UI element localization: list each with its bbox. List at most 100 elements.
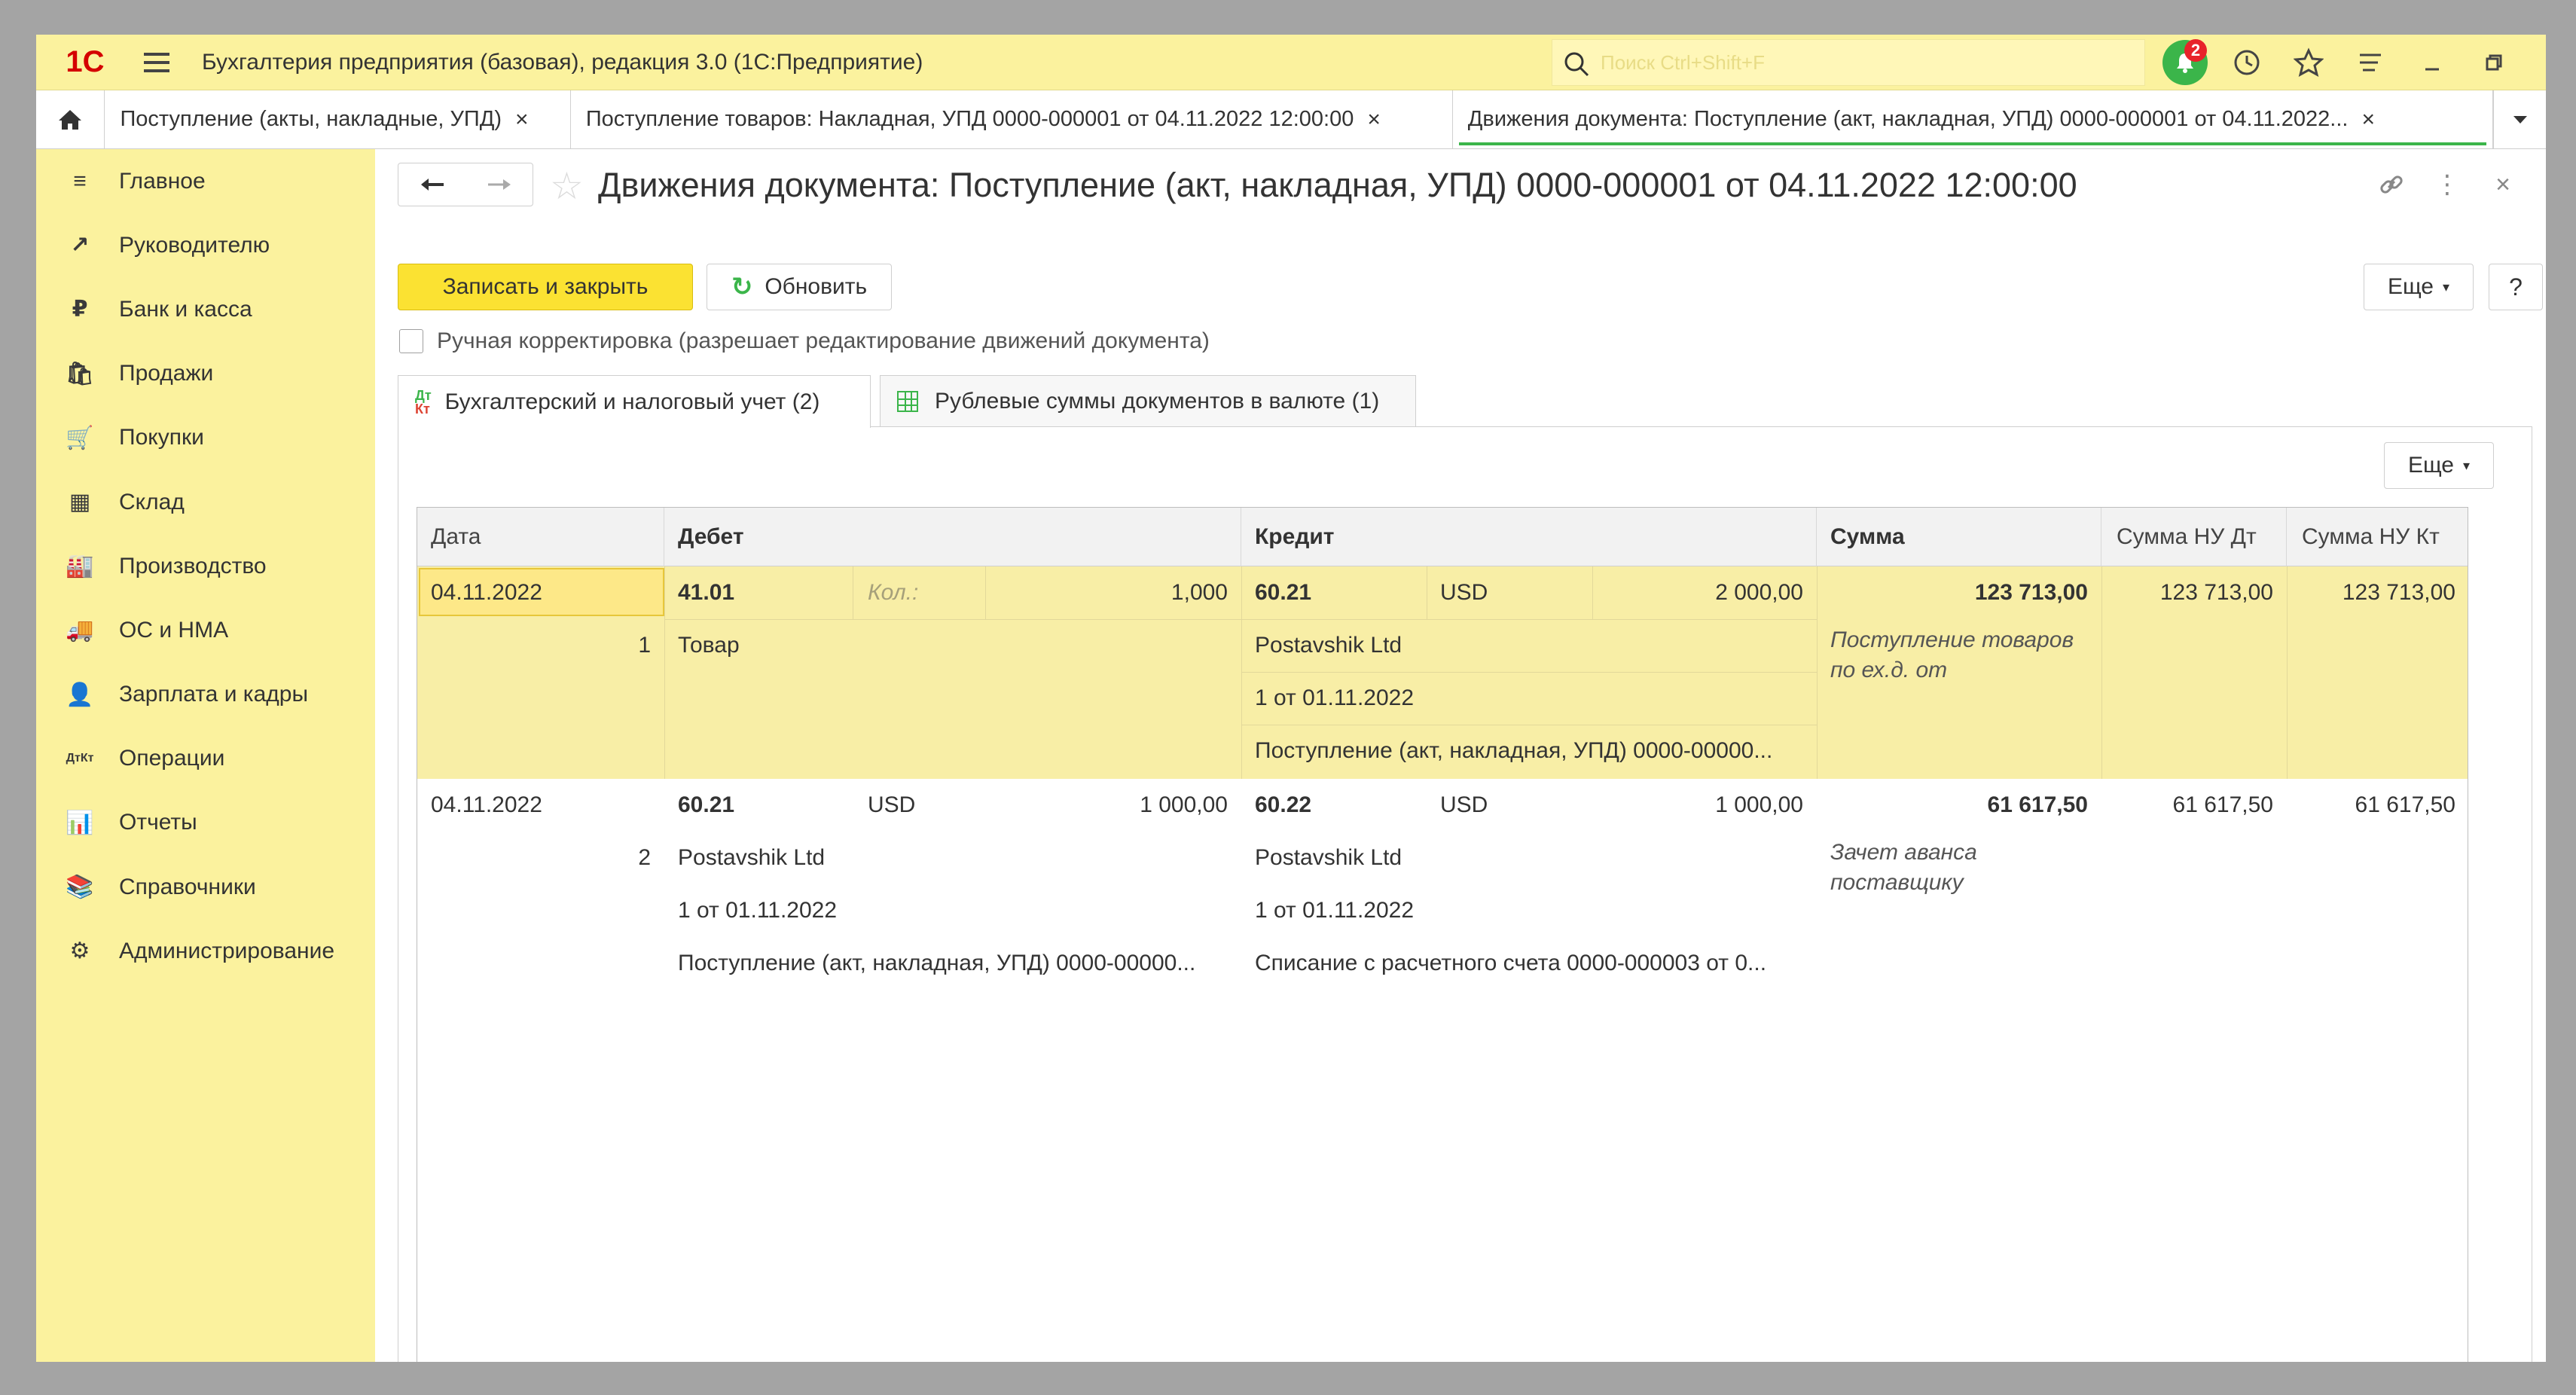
sidebar-item-admin[interactable]: ⚙ Администрирование <box>36 919 375 983</box>
sidebar-item-manager[interactable]: ↗ Руководителю <box>36 213 375 277</box>
favorites-star-icon[interactable] <box>2278 35 2339 90</box>
cell-credit-subconto-1: Postavshik Ltd <box>1255 633 1402 658</box>
manual-edit-row: Ручная корректировка (разрешает редактир… <box>399 328 1210 354</box>
help-button[interactable]: ? <box>2489 264 2543 310</box>
sidebar-item-purchases[interactable]: 🛒 Покупки <box>36 406 375 470</box>
menu-lines-icon: ≡ <box>73 168 87 194</box>
dt-kt-icon: ДтКт <box>66 752 94 765</box>
close-tab-icon[interactable]: × <box>515 107 529 133</box>
cell-sum-nu-dt: 123 713,00 <box>2159 580 2273 605</box>
refresh-button[interactable]: ↻ Обновить <box>707 264 892 310</box>
cell-date: 04.11.2022 <box>431 792 542 817</box>
functions-menu-icon[interactable] <box>2339 35 2401 90</box>
cell-credit-account: 60.22 <box>1255 792 1312 817</box>
tab-ruble-amounts[interactable]: Рублевые суммы документов в валюте (1) <box>880 375 1416 426</box>
history-icon[interactable] <box>2216 35 2278 90</box>
sidebar-item-label: Руководителю <box>119 232 270 258</box>
favorite-star-icon[interactable]: ☆ <box>550 164 584 208</box>
app-title: Бухгалтерия предприятия (базовая), редак… <box>202 49 923 75</box>
close-window-icon[interactable] <box>2525 35 2546 90</box>
cell-debit-quantity: 1,000 <box>1170 580 1228 605</box>
column-header-sum-nu-kt[interactable]: Сумма НУ Кт <box>2287 508 2468 566</box>
column-header-credit[interactable]: Кредит <box>1241 508 1817 566</box>
gear-icon: ⚙ <box>69 939 90 964</box>
sidebar-item-sales[interactable]: 🛍 Продажи <box>36 342 375 406</box>
column-header-date[interactable]: Дата <box>417 508 664 566</box>
close-tab-icon[interactable]: × <box>1367 107 1381 133</box>
more-label: Еще <box>2387 274 2434 299</box>
cell-credit-subconto-3: Списание с расчетного счета 0000-000003 … <box>1255 951 1767 975</box>
tab-label: Рублевые суммы документов в валюте (1) <box>935 388 1380 414</box>
tab-accounting-tax[interactable]: Дт Кт Бухгалтерский и налоговый учет (2) <box>398 375 871 428</box>
1c-logo[interactable]: 1С <box>51 35 119 90</box>
tabs-dropdown-button[interactable] <box>2493 90 2546 148</box>
column-header-sum[interactable]: Сумма <box>1817 508 2101 566</box>
tab-label: Движения документа: Поступление (акт, на… <box>1467 107 2349 131</box>
back-arrow-icon[interactable] <box>398 163 465 206</box>
sidebar-item-operations[interactable]: ДтКт Операции <box>36 727 375 791</box>
sidebar-item-fixed-assets[interactable]: 🚚 ОС и НМА <box>36 598 375 662</box>
movements-table: Дата Дебет Кредит Сумма Сумма НУ Дт Сумм… <box>417 507 2468 1362</box>
open-tabs-bar: Поступление (акты, накладные, УПД) × Пос… <box>36 90 2546 149</box>
bar-chart-icon: 📊 <box>66 810 94 835</box>
cell-credit-subconto-2: 1 от 01.11.2022 <box>1255 898 1415 923</box>
dt-kt-icon: ДтКт <box>415 387 432 417</box>
refresh-icon: ↻ <box>731 273 753 301</box>
chevron-down-icon: ▾ <box>2443 279 2450 295</box>
column-header-sum-nu-dt[interactable]: Сумма НУ Дт <box>2101 508 2287 566</box>
sidebar-item-payroll[interactable]: 👤 Зарплата и кадры <box>36 663 375 727</box>
sidebar-item-warehouse[interactable]: ▦ Склад <box>36 470 375 534</box>
sidebar-item-label: Отчеты <box>119 810 197 835</box>
notifications-button[interactable]: 2 <box>2154 35 2216 90</box>
main-menu-icon[interactable] <box>134 35 179 90</box>
more-vertical-icon[interactable]: ⋮ <box>2419 164 2475 205</box>
home-tab[interactable] <box>36 90 105 148</box>
cell-debit-subconto-3: Поступление (акт, накладная, УПД) 0000-0… <box>678 951 1196 975</box>
restore-icon[interactable] <box>2463 35 2525 90</box>
table-more-button[interactable]: Еще ▾ <box>2384 442 2494 489</box>
tab-label: Бухгалтерский и налоговый учет (2) <box>444 389 820 414</box>
cell-row-number: 1 <box>638 633 651 658</box>
manual-edit-checkbox[interactable] <box>399 329 423 353</box>
shopping-bag-icon: 🛍 <box>65 361 95 386</box>
link-icon[interactable] <box>2364 164 2419 205</box>
sidebar-item-main[interactable]: ≡ Главное <box>36 149 375 213</box>
sidebar-item-directories[interactable]: 📚 Справочники <box>36 855 375 919</box>
tab-receipt-document[interactable]: Поступление товаров: Накладная, УПД 0000… <box>571 90 1453 148</box>
cell-debit-currency: USD <box>868 792 916 817</box>
search-input[interactable]: Поиск Ctrl+Shift+F <box>1552 39 2145 86</box>
forward-arrow-icon[interactable] <box>465 163 533 206</box>
more-actions-button[interactable]: Еще ▾ <box>2364 264 2474 310</box>
cell-debit-subconto-1: Товар <box>678 633 740 658</box>
tab-document-movements[interactable]: Движения документа: Поступление (акт, на… <box>1452 90 2494 148</box>
sidebar-item-bank[interactable]: ₽ Банк и касса <box>36 277 375 341</box>
cell-credit-currency: USD <box>1440 792 1488 817</box>
tab-label: Поступление товаров: Накладная, УПД 0000… <box>585 107 1354 131</box>
cell-row-number: 2 <box>638 845 651 870</box>
cell-debit-qty-label: Кол.: <box>868 580 919 605</box>
cell-debit-account: 60.21 <box>678 792 735 817</box>
close-form-icon[interactable]: × <box>2475 164 2531 205</box>
cell-date: 04.11.2022 <box>431 580 542 605</box>
sidebar-item-reports[interactable]: 📊 Отчеты <box>36 791 375 855</box>
table-header: Дата Дебет Кредит Сумма Сумма НУ Дт Сумм… <box>417 508 2468 566</box>
sidebar-item-production[interactable]: 🏭 Производство <box>36 534 375 598</box>
minimize-icon[interactable] <box>2401 35 2463 90</box>
cell-credit-subconto-1: Postavshik Ltd <box>1255 845 1402 870</box>
truck-icon: 🚚 <box>66 618 94 643</box>
cell-debit-account: 41.01 <box>678 580 735 605</box>
tab-label: Поступление (акты, накладные, УПД) <box>120 107 502 131</box>
navigation-buttons <box>398 163 533 206</box>
search-icon <box>1564 52 1589 77</box>
column-header-debit[interactable]: Дебет <box>664 508 1241 566</box>
tab-receipts-list[interactable]: Поступление (акты, накладные, УПД) × <box>105 90 571 148</box>
page-title: Движения документа: Поступление (акт, на… <box>598 166 2077 204</box>
sections-sidebar: ≡ Главное ↗ Руководителю ₽ Банк и касса 🛍 Пр… <box>36 149 375 1362</box>
save-and-close-button[interactable]: Записать и закрыть <box>398 264 693 310</box>
warehouse-icon: ▦ <box>69 490 91 515</box>
refresh-label: Обновить <box>765 274 868 299</box>
close-tab-icon[interactable]: × <box>2361 107 2375 133</box>
form-area: ☆ Движения документа: Поступление (акт, … <box>375 149 2546 1362</box>
sidebar-item-label: Склад <box>119 489 185 514</box>
sidebar-item-label: Зарплата и кадры <box>119 682 309 707</box>
